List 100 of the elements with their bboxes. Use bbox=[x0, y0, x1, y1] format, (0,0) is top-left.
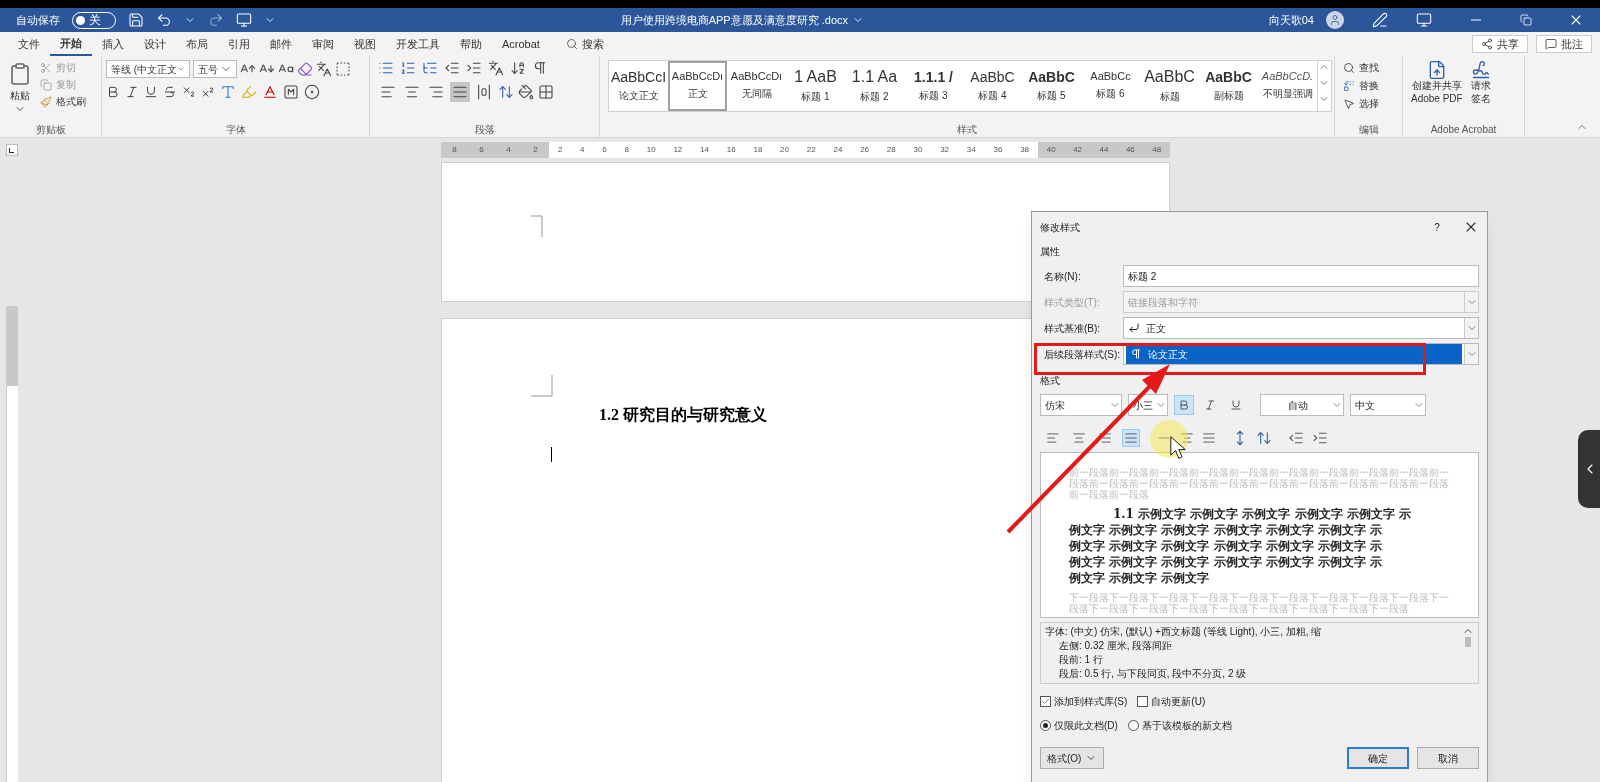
clear-format-icon[interactable] bbox=[297, 61, 313, 77]
shading-icon[interactable] bbox=[518, 84, 534, 100]
style-item[interactable]: AaBbCc 标题 6 bbox=[1081, 61, 1140, 111]
multilevel-list-icon[interactable] bbox=[422, 60, 438, 76]
ribbon-tab[interactable]: 视图 bbox=[344, 32, 386, 56]
ribbon-tab[interactable]: Acrobat bbox=[492, 32, 550, 56]
dropdown-field[interactable]: 正文 bbox=[1123, 317, 1479, 339]
radio-button[interactable] bbox=[1127, 720, 1139, 731]
increase-indent-icon[interactable] bbox=[1312, 430, 1328, 446]
bold-button[interactable] bbox=[1174, 395, 1194, 415]
text-effects-icon[interactable] bbox=[220, 84, 236, 100]
color-dropdown[interactable]: 自动 bbox=[1260, 394, 1344, 416]
font-size-field[interactable]: 五号 bbox=[193, 60, 237, 78]
ribbon-tab[interactable]: 布局 bbox=[176, 32, 218, 56]
decrease-indent-icon[interactable] bbox=[1288, 430, 1304, 446]
strikethrough-icon[interactable] bbox=[163, 85, 177, 99]
search-icon[interactable] bbox=[565, 38, 578, 50]
ribbon-tab[interactable]: 开发工具 bbox=[386, 32, 450, 56]
document-heading: 1.2 研究目的与研究意义 bbox=[599, 405, 767, 425]
style-item[interactable]: AaBbC 标题 bbox=[1140, 61, 1199, 111]
section-label: 格式 bbox=[1040, 374, 1061, 388]
font-name-field[interactable]: 等线 (中文正文 bbox=[106, 60, 190, 78]
ruler-number: 24 bbox=[833, 144, 843, 156]
ruler-number: 44 bbox=[1099, 144, 1109, 156]
check-icon bbox=[1041, 697, 1050, 706]
help-button[interactable]: ? bbox=[1427, 219, 1447, 235]
ruler-number: 16 bbox=[726, 144, 736, 156]
redo-icon[interactable] bbox=[208, 12, 224, 28]
group-label: 段落 bbox=[474, 122, 495, 137]
style-item[interactable]: AaBbCcDı 正文 bbox=[668, 61, 727, 111]
share-button[interactable]: 共享 bbox=[1472, 35, 1528, 53]
script-dropdown[interactable]: 中文 bbox=[1350, 394, 1426, 416]
create-pdf-button[interactable]: 创建并共享 Adobe PDF bbox=[1407, 60, 1467, 121]
align-icon bbox=[476, 84, 492, 100]
decrease-spacing-icon[interactable] bbox=[1256, 430, 1272, 446]
ruler-number: 30 bbox=[913, 144, 923, 156]
ok-button[interactable]: 确定 bbox=[1347, 747, 1409, 769]
underline-icon[interactable] bbox=[144, 85, 158, 99]
decrease-indent-icon[interactable] bbox=[444, 60, 460, 76]
format-menu-button[interactable]: 格式(O) bbox=[1040, 747, 1105, 769]
style-item[interactable]: AaBbCcI 论文正文 bbox=[609, 61, 668, 111]
input-field[interactable]: 标题 2 bbox=[1123, 265, 1479, 287]
tab-selector-icon[interactable] bbox=[6, 144, 18, 156]
ribbon-tab[interactable]: 帮助 bbox=[450, 32, 492, 56]
bold-icon[interactable] bbox=[106, 85, 120, 99]
restore-icon[interactable] bbox=[1520, 14, 1532, 26]
request-signature-button[interactable]: 请求 签名 bbox=[1466, 60, 1495, 121]
style-item[interactable]: AaBbCcDı 无间隔 bbox=[727, 61, 786, 111]
font-color-icon[interactable] bbox=[262, 84, 278, 100]
character-shading-icon[interactable] bbox=[283, 84, 299, 100]
select-button[interactable]: 选择 bbox=[1343, 96, 1379, 111]
style-item[interactable]: AaBbC 标题 5 bbox=[1022, 61, 1081, 111]
radio-label: 仅限此文档(D) bbox=[1054, 719, 1118, 733]
align-button[interactable] bbox=[450, 82, 470, 102]
ruler-number: 32 bbox=[940, 144, 950, 156]
replace-button[interactable]: 替换 bbox=[1343, 78, 1379, 93]
style-item[interactable]: AaBbCcD. 不明显强调 bbox=[1258, 61, 1317, 111]
return-icon bbox=[1128, 322, 1140, 334]
ribbon-display-icon[interactable] bbox=[1416, 12, 1432, 28]
increase-indent-icon[interactable] bbox=[466, 60, 482, 76]
paintbrush-icon bbox=[40, 95, 52, 108]
bold-icon bbox=[1178, 399, 1190, 411]
radio-button[interactable] bbox=[1040, 720, 1051, 731]
show-marks-icon[interactable] bbox=[532, 60, 548, 76]
ribbon-tab[interactable]: 邮件 bbox=[260, 32, 302, 56]
cancel-button[interactable]: 取消 bbox=[1417, 747, 1479, 769]
sort-icon[interactable] bbox=[510, 60, 526, 76]
italic-icon[interactable] bbox=[125, 85, 139, 99]
checkbox[interactable] bbox=[1137, 696, 1149, 707]
ribbon-tab[interactable]: 设计 bbox=[134, 32, 176, 56]
ribbon-tab[interactable]: 文件 bbox=[8, 32, 50, 56]
ribbon-tab[interactable]: 插入 bbox=[92, 32, 134, 56]
present-icon[interactable] bbox=[236, 12, 252, 28]
borders-icon[interactable] bbox=[538, 84, 554, 100]
side-panel-tab[interactable] bbox=[1578, 430, 1600, 508]
style-item[interactable]: 1.1.1 / 标题 3 bbox=[904, 61, 963, 111]
style-item[interactable]: AaBbC 标题 4 bbox=[963, 61, 1022, 111]
bullets-icon[interactable] bbox=[378, 60, 394, 76]
find-button[interactable]: 查找 bbox=[1343, 60, 1379, 75]
asian-layout-icon[interactable] bbox=[488, 60, 504, 76]
superscript-icon[interactable] bbox=[201, 85, 215, 99]
subscript-icon[interactable] bbox=[182, 85, 196, 99]
style-item[interactable]: 1.1 Aa 标题 2 bbox=[845, 61, 904, 111]
search-label[interactable]: 搜索 bbox=[581, 35, 604, 53]
style-item[interactable]: 1 AaB 标题 1 bbox=[786, 61, 845, 111]
ribbon-tab[interactable]: 审阅 bbox=[302, 32, 344, 56]
numbering-icon[interactable] bbox=[400, 60, 416, 76]
paste-button[interactable]: 粘贴 bbox=[4, 60, 36, 121]
format-painter-button[interactable]: 格式刷 bbox=[40, 94, 86, 109]
comments-button[interactable]: 批注 bbox=[1536, 35, 1592, 53]
font-dropdown[interactable]: 仿宋 bbox=[1040, 394, 1122, 416]
line-spacing-icon[interactable] bbox=[498, 84, 514, 100]
checkbox[interactable] bbox=[1040, 696, 1051, 707]
enclose-character-icon[interactable] bbox=[304, 84, 320, 100]
ribbon-tab[interactable]: 引用 bbox=[218, 32, 260, 56]
save-icon[interactable] bbox=[128, 12, 144, 28]
pen-icon[interactable] bbox=[1372, 12, 1388, 28]
style-item[interactable]: AaBbC 副标题 bbox=[1199, 61, 1258, 111]
phonetic-guide-icon[interactable] bbox=[316, 61, 332, 77]
undo-icon[interactable] bbox=[156, 12, 172, 28]
